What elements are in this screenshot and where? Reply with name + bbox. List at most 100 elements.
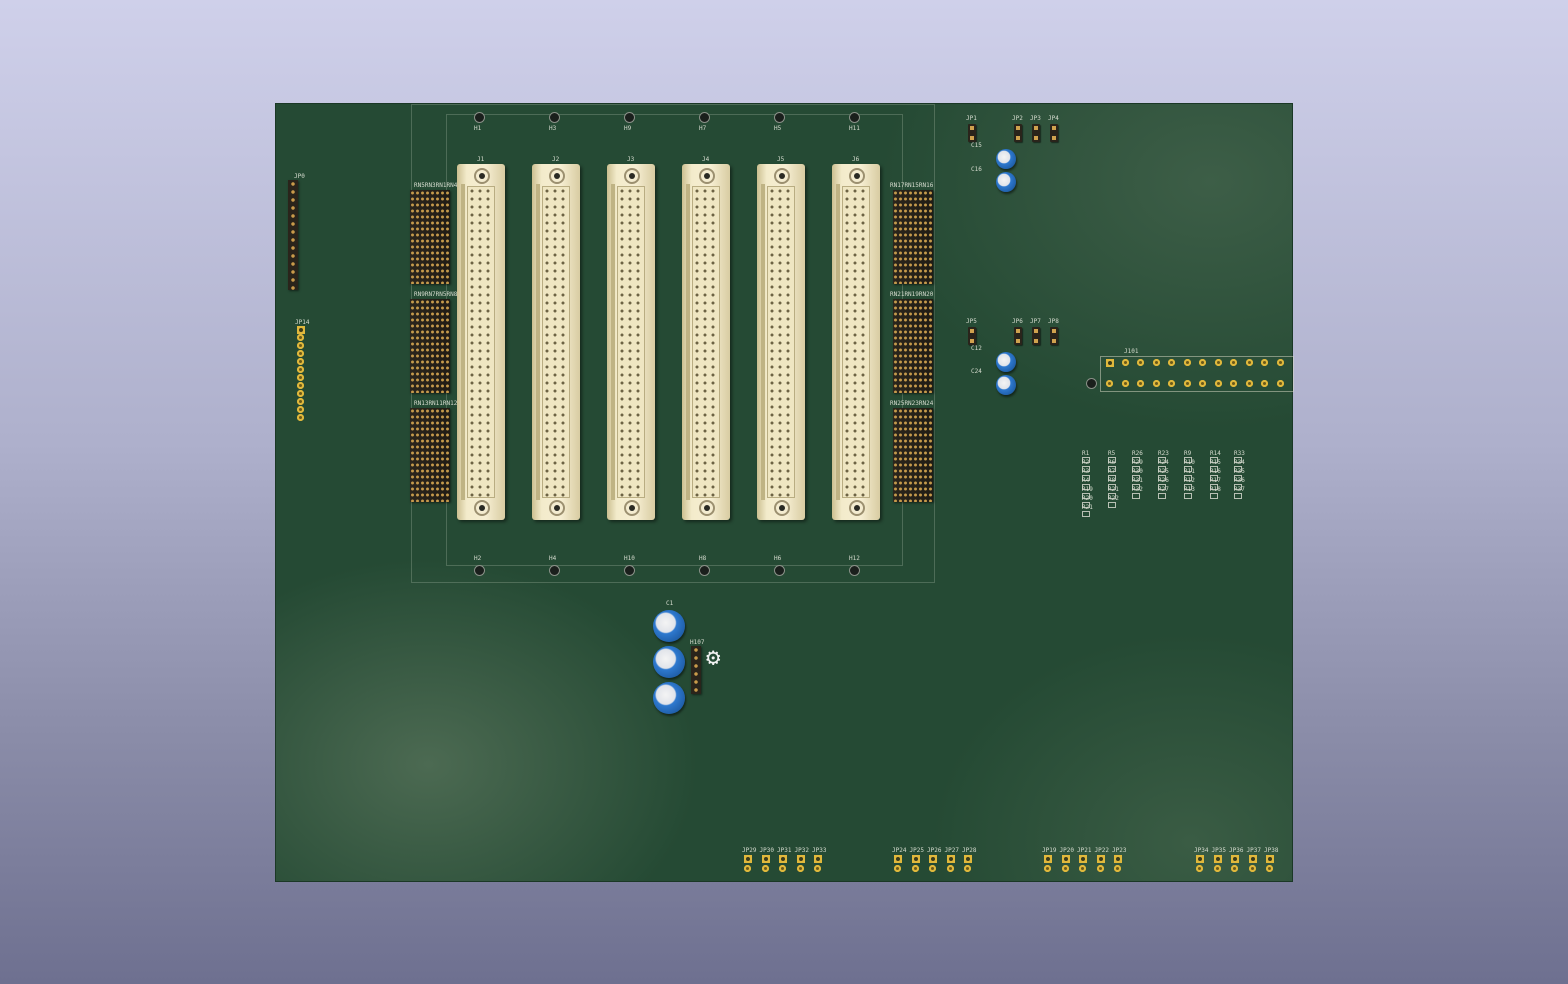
resistor-label: R10 [1184,459,1195,466]
jumper-pad[interactable] [964,855,972,863]
jumper-pad[interactable] [744,865,751,872]
resistor-label: R35 [1234,468,1245,475]
jumper-pad[interactable] [744,855,752,863]
jumper-pad[interactable] [929,865,936,872]
mount-hole [624,565,635,576]
jumper[interactable] [1050,327,1058,345]
header-pad [1245,359,1253,366]
3d-viewport[interactable]: H1 H3 H9 H7 H5 H11 H2 H4 H10 H8 H6 H12 J1 J2 J3 J4 J5 J6 R… [0,0,1568,984]
hole-label: H1 [474,125,482,132]
jumper-pad[interactable] [1213,865,1221,872]
jumper-pad[interactable] [1114,855,1122,863]
header-pad [1106,380,1113,387]
pcb-board[interactable]: H1 H3 H9 H7 H5 H11 H2 H4 H10 H8 H6 H12 J1 J2 J3 J4 J5 J6 R… [276,104,1294,881]
connector-lip [461,184,465,500]
jumper-pad[interactable] [929,855,937,863]
jumper-pad[interactable] [1096,855,1105,863]
jumper-pad[interactable] [1061,865,1069,872]
jumper-pad[interactable] [1248,855,1257,863]
jumper-label: JP7 [1030,318,1041,325]
slot-connector-j3[interactable] [607,164,655,520]
cap-label: C1 [666,600,674,607]
jumper-pad[interactable] [911,865,919,872]
resistor-network [410,299,450,393]
jumper[interactable] [1032,124,1040,142]
slot-connector-j2[interactable] [532,164,580,520]
mount-hole [849,112,860,123]
connector-label: J4 [702,156,710,163]
jumper-pad[interactable] [761,865,769,872]
resistor-label: R12 [1184,477,1195,484]
strip-pad [297,358,304,365]
resistor-label: R7 [1108,468,1116,475]
resistor [1158,493,1166,499]
jumper-pad[interactable] [814,865,821,872]
resistor-label: R17 [1210,477,1221,484]
resistor-label: R33 [1234,450,1245,457]
resistor-label: R26 [1158,477,1169,484]
rn-label: RN21RN19RN20 [890,291,934,298]
jumper[interactable] [1032,327,1040,345]
jumper[interactable] [1014,124,1022,142]
strip-pad [297,414,304,421]
strip-pad [297,334,304,341]
jumper-pad[interactable] [1114,865,1121,872]
jumper-pad[interactable] [1231,865,1238,872]
jumper[interactable] [968,327,976,345]
jumper-pad[interactable] [946,865,954,872]
jumper-pad[interactable] [796,855,805,863]
jumper-pad[interactable] [964,865,971,872]
jumper[interactable] [1014,327,1022,345]
jumper[interactable] [1050,124,1058,142]
slot-connector-j5[interactable] [757,164,805,520]
mount-hole [699,565,710,576]
connector-mount [774,500,790,516]
pin-grid [842,186,870,498]
jumper-pad[interactable] [779,855,787,863]
hole-label: H11 [849,125,860,132]
connector-mount [474,500,490,516]
connector-lip [761,184,765,500]
slot-connector-j4[interactable] [682,164,730,520]
jumper-pad[interactable] [1044,865,1051,872]
jumper-pad[interactable] [1061,855,1070,863]
resistor-label: R22 [1108,495,1119,502]
strip-pad [297,390,304,397]
jumper-pad[interactable] [894,855,902,863]
jumper-pad[interactable] [894,865,901,872]
jumper-pad[interactable] [1079,855,1087,863]
slot-connector-j6[interactable] [832,164,880,520]
jumper-pad[interactable] [1196,865,1203,872]
jumper-pad[interactable] [1266,855,1274,863]
jumper-pad[interactable] [1248,865,1256,872]
jumper-pad[interactable] [1231,855,1239,863]
resistor-label: R31 [1132,477,1143,484]
jumper-pad[interactable] [1044,855,1052,863]
hole-label: H9 [624,125,632,132]
jumper-pad[interactable] [946,855,955,863]
jumper-pad[interactable] [796,865,804,872]
jumper-pad[interactable] [761,855,770,863]
header-pad [1245,380,1253,387]
connector-lip [836,184,840,500]
slot-connector-j1[interactable] [457,164,505,520]
hole-label: H3 [549,125,557,132]
resistor-label: R20 [1082,495,1093,502]
header-pad [1199,380,1206,387]
jumper-pad[interactable] [1196,855,1204,863]
header-pad [1168,359,1175,366]
jumper-pad[interactable] [1266,865,1273,872]
jumper-pad[interactable] [1079,865,1086,872]
jumper-pad[interactable] [911,855,920,863]
mount-hole [849,565,860,576]
jumper-pad[interactable] [1096,865,1104,872]
jumper-pad[interactable] [779,865,786,872]
jumper[interactable] [968,124,976,142]
jumper-pad[interactable] [1213,855,1222,863]
jumper-label: JP1 [966,115,977,122]
jumper-label: JP26 [927,847,942,854]
header-pad [1152,359,1160,366]
connector-lip [686,184,690,500]
jumper-pad[interactable] [814,855,822,863]
jumper-label: JP8 [1048,318,1059,325]
